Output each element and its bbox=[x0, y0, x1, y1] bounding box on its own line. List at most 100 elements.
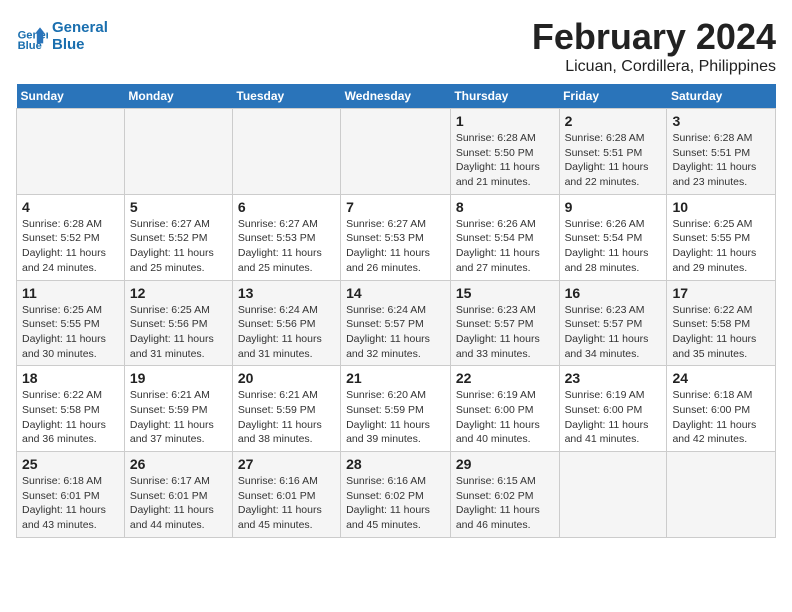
day-info: Sunrise: 6:23 AM Sunset: 5:57 PM Dayligh… bbox=[456, 303, 554, 362]
day-info: Sunrise: 6:25 AM Sunset: 5:56 PM Dayligh… bbox=[130, 303, 227, 362]
day-info: Sunrise: 6:26 AM Sunset: 5:54 PM Dayligh… bbox=[456, 217, 554, 276]
weekday-header: Tuesday bbox=[232, 84, 340, 109]
day-number: 16 bbox=[565, 285, 662, 301]
day-number: 9 bbox=[565, 199, 662, 215]
day-number: 23 bbox=[565, 370, 662, 386]
calendar-cell: 24 Sunrise: 6:18 AM Sunset: 6:00 PM Dayli… bbox=[667, 366, 776, 452]
day-number: 4 bbox=[22, 199, 119, 215]
day-info: Sunrise: 6:16 AM Sunset: 6:01 PM Dayligh… bbox=[238, 474, 335, 533]
day-number: 2 bbox=[565, 113, 662, 129]
day-number: 13 bbox=[238, 285, 335, 301]
day-number: 24 bbox=[672, 370, 770, 386]
calendar-cell: 7 Sunrise: 6:27 AM Sunset: 5:53 PM Daylig… bbox=[341, 194, 451, 280]
day-number: 5 bbox=[130, 199, 227, 215]
day-info: Sunrise: 6:15 AM Sunset: 6:02 PM Dayligh… bbox=[456, 474, 554, 533]
day-info: Sunrise: 6:26 AM Sunset: 5:54 PM Dayligh… bbox=[565, 217, 662, 276]
calendar-cell: 9 Sunrise: 6:26 AM Sunset: 5:54 PM Daylig… bbox=[559, 194, 667, 280]
calendar-cell bbox=[124, 109, 232, 195]
calendar-cell: 14 Sunrise: 6:24 AM Sunset: 5:57 PM Dayli… bbox=[341, 280, 451, 366]
calendar-cell: 8 Sunrise: 6:26 AM Sunset: 5:54 PM Daylig… bbox=[450, 194, 559, 280]
calendar-cell: 3 Sunrise: 6:28 AM Sunset: 5:51 PM Daylig… bbox=[667, 109, 776, 195]
logo: General Blue General Blue bbox=[16, 20, 108, 53]
weekday-header: Wednesday bbox=[341, 84, 451, 109]
calendar-cell: 11Sunrise: 6:25 AM Sunset: 5:55 PM Dayli… bbox=[17, 280, 125, 366]
weekday-header: Monday bbox=[124, 84, 232, 109]
calendar-table: SundayMondayTuesdayWednesdayThursdayFrid… bbox=[16, 84, 776, 538]
day-info: Sunrise: 6:28 AM Sunset: 5:52 PM Dayligh… bbox=[22, 217, 119, 276]
calendar-cell: 28Sunrise: 6:16 AM Sunset: 6:02 PM Dayli… bbox=[341, 452, 451, 538]
weekday-header: Saturday bbox=[667, 84, 776, 109]
day-number: 29 bbox=[456, 456, 554, 472]
day-number: 14 bbox=[346, 285, 445, 301]
page-header: General Blue General Blue February 2024 … bbox=[16, 16, 776, 76]
calendar-cell: 17Sunrise: 6:22 AM Sunset: 5:58 PM Dayli… bbox=[667, 280, 776, 366]
weekday-header: Friday bbox=[559, 84, 667, 109]
day-info: Sunrise: 6:20 AM Sunset: 5:59 PM Dayligh… bbox=[346, 388, 445, 447]
weekday-header-row: SundayMondayTuesdayWednesdayThursdayFrid… bbox=[17, 84, 776, 109]
day-info: Sunrise: 6:25 AM Sunset: 5:55 PM Dayligh… bbox=[672, 217, 770, 276]
day-info: Sunrise: 6:24 AM Sunset: 5:57 PM Dayligh… bbox=[346, 303, 445, 362]
calendar-cell: 29 Sunrise: 6:15 AM Sunset: 6:02 PM Dayli… bbox=[450, 452, 559, 538]
calendar-cell bbox=[17, 109, 125, 195]
calendar-cell: 20Sunrise: 6:21 AM Sunset: 5:59 PM Dayli… bbox=[232, 366, 340, 452]
weekday-header: Sunday bbox=[17, 84, 125, 109]
calendar-body: 1 Sunrise: 6:28 AM Sunset: 5:50 PM Daylig… bbox=[17, 109, 776, 538]
calendar-cell: 22 Sunrise: 6:19 AM Sunset: 6:00 PM Dayli… bbox=[450, 366, 559, 452]
day-info: Sunrise: 6:28 AM Sunset: 5:50 PM Dayligh… bbox=[456, 131, 554, 190]
day-number: 1 bbox=[456, 113, 554, 129]
calendar-cell: 27 Sunrise: 6:16 AM Sunset: 6:01 PM Dayli… bbox=[232, 452, 340, 538]
day-info: Sunrise: 6:23 AM Sunset: 5:57 PM Dayligh… bbox=[565, 303, 662, 362]
calendar-week-row: 11Sunrise: 6:25 AM Sunset: 5:55 PM Dayli… bbox=[17, 280, 776, 366]
day-number: 3 bbox=[672, 113, 770, 129]
day-number: 10 bbox=[672, 199, 770, 215]
calendar-cell: 26 Sunrise: 6:17 AM Sunset: 6:01 PM Dayli… bbox=[124, 452, 232, 538]
calendar-cell: 12Sunrise: 6:25 AM Sunset: 5:56 PM Dayli… bbox=[124, 280, 232, 366]
day-number: 8 bbox=[456, 199, 554, 215]
day-number: 25 bbox=[22, 456, 119, 472]
day-number: 27 bbox=[238, 456, 335, 472]
day-info: Sunrise: 6:21 AM Sunset: 5:59 PM Dayligh… bbox=[130, 388, 227, 447]
day-info: Sunrise: 6:28 AM Sunset: 5:51 PM Dayligh… bbox=[672, 131, 770, 190]
day-info: Sunrise: 6:24 AM Sunset: 5:56 PM Dayligh… bbox=[238, 303, 335, 362]
calendar-cell: 25Sunrise: 6:18 AM Sunset: 6:01 PM Dayli… bbox=[17, 452, 125, 538]
calendar-cell: 4 Sunrise: 6:28 AM Sunset: 5:52 PM Daylig… bbox=[17, 194, 125, 280]
calendar-cell bbox=[667, 452, 776, 538]
calendar-cell: 6Sunrise: 6:27 AM Sunset: 5:53 PM Daylig… bbox=[232, 194, 340, 280]
logo-line1: General bbox=[52, 20, 108, 37]
day-info: Sunrise: 6:18 AM Sunset: 6:00 PM Dayligh… bbox=[672, 388, 770, 447]
calendar-cell: 23 Sunrise: 6:19 AM Sunset: 6:00 PM Dayli… bbox=[559, 366, 667, 452]
day-number: 6 bbox=[238, 199, 335, 215]
day-number: 26 bbox=[130, 456, 227, 472]
day-info: Sunrise: 6:19 AM Sunset: 6:00 PM Dayligh… bbox=[456, 388, 554, 447]
calendar-cell: 1 Sunrise: 6:28 AM Sunset: 5:50 PM Daylig… bbox=[450, 109, 559, 195]
day-number: 15 bbox=[456, 285, 554, 301]
calendar-week-row: 1 Sunrise: 6:28 AM Sunset: 5:50 PM Daylig… bbox=[17, 109, 776, 195]
calendar-cell bbox=[559, 452, 667, 538]
calendar-cell bbox=[232, 109, 340, 195]
calendar-week-row: 18 Sunrise: 6:22 AM Sunset: 5:58 PM Dayli… bbox=[17, 366, 776, 452]
day-info: Sunrise: 6:22 AM Sunset: 5:58 PM Dayligh… bbox=[22, 388, 119, 447]
day-number: 11 bbox=[22, 285, 119, 301]
day-number: 22 bbox=[456, 370, 554, 386]
calendar-cell: 19 Sunrise: 6:21 AM Sunset: 5:59 PM Dayli… bbox=[124, 366, 232, 452]
calendar-cell: 5 Sunrise: 6:27 AM Sunset: 5:52 PM Daylig… bbox=[124, 194, 232, 280]
calendar-cell: 16 Sunrise: 6:23 AM Sunset: 5:57 PM Dayli… bbox=[559, 280, 667, 366]
day-number: 17 bbox=[672, 285, 770, 301]
day-number: 21 bbox=[346, 370, 445, 386]
day-info: Sunrise: 6:28 AM Sunset: 5:51 PM Dayligh… bbox=[565, 131, 662, 190]
day-info: Sunrise: 6:17 AM Sunset: 6:01 PM Dayligh… bbox=[130, 474, 227, 533]
day-number: 18 bbox=[22, 370, 119, 386]
day-info: Sunrise: 6:27 AM Sunset: 5:53 PM Dayligh… bbox=[346, 217, 445, 276]
logo-line2: Blue bbox=[52, 37, 108, 54]
calendar-cell: 2 Sunrise: 6:28 AM Sunset: 5:51 PM Daylig… bbox=[559, 109, 667, 195]
day-number: 7 bbox=[346, 199, 445, 215]
day-info: Sunrise: 6:16 AM Sunset: 6:02 PM Dayligh… bbox=[346, 474, 445, 533]
title-block: February 2024 Licuan, Cordillera, Philip… bbox=[532, 16, 776, 76]
calendar-cell: 21 Sunrise: 6:20 AM Sunset: 5:59 PM Dayli… bbox=[341, 366, 451, 452]
day-number: 19 bbox=[130, 370, 227, 386]
page-title: February 2024 bbox=[532, 16, 776, 58]
day-info: Sunrise: 6:19 AM Sunset: 6:00 PM Dayligh… bbox=[565, 388, 662, 447]
calendar-cell: 15 Sunrise: 6:23 AM Sunset: 5:57 PM Dayli… bbox=[450, 280, 559, 366]
calendar-week-row: 4 Sunrise: 6:28 AM Sunset: 5:52 PM Daylig… bbox=[17, 194, 776, 280]
day-info: Sunrise: 6:27 AM Sunset: 5:52 PM Dayligh… bbox=[130, 217, 227, 276]
